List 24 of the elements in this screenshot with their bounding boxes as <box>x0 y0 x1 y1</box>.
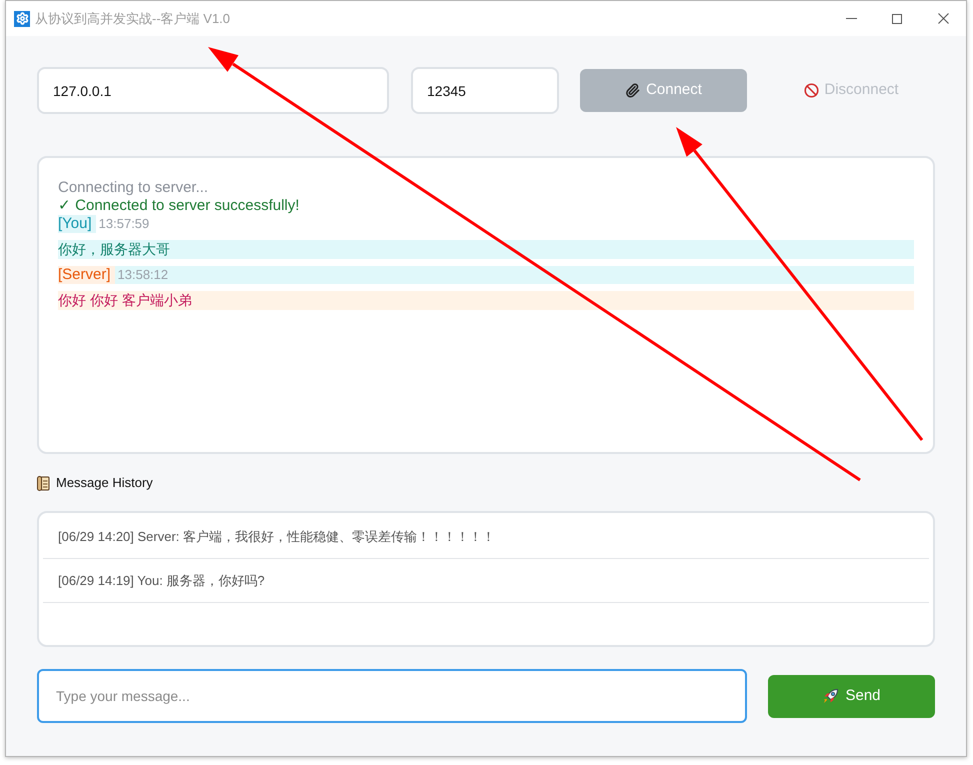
history-item[interactable]: [06/29 14:20] Server: 客户端，我很好，性能稳健、零误差传输！！！！！！ <box>43 515 929 559</box>
status-text: Connecting to server... <box>58 179 208 197</box>
scroll-icon <box>37 476 51 490</box>
sender-label: [Server] <box>58 266 115 284</box>
message-input[interactable]: Type your message... <box>37 669 747 723</box>
maximize-icon <box>892 14 902 24</box>
minimize-icon <box>846 18 856 19</box>
paperclip-icon <box>625 83 640 98</box>
prohibited-icon <box>804 83 820 98</box>
send-button[interactable]: Send <box>768 674 935 718</box>
port-field[interactable]: 12345 <box>411 67 559 114</box>
success-text: ✓ Connected to server successfully! <box>58 197 300 215</box>
sender-label: [You] <box>58 215 96 233</box>
message-time: 13:57:59 <box>98 215 150 233</box>
host-field[interactable]: 127.0.0.1 <box>37 67 389 114</box>
window-title: 从协议到高并发实战--客户端 V1.0 <box>35 10 230 28</box>
rocket-icon <box>822 688 840 704</box>
message-text: 你好 你好 客户端小弟 <box>58 291 914 310</box>
gear-icon <box>14 10 30 26</box>
history-item[interactable]: [06/29 14:19] You: 服务器，你好吗? <box>43 559 929 603</box>
close-icon <box>938 13 948 24</box>
history-title: Message History <box>56 474 153 492</box>
message-text: 你好，服务器大哥 <box>58 240 914 259</box>
message-time: 13:58:12 <box>118 266 168 284</box>
